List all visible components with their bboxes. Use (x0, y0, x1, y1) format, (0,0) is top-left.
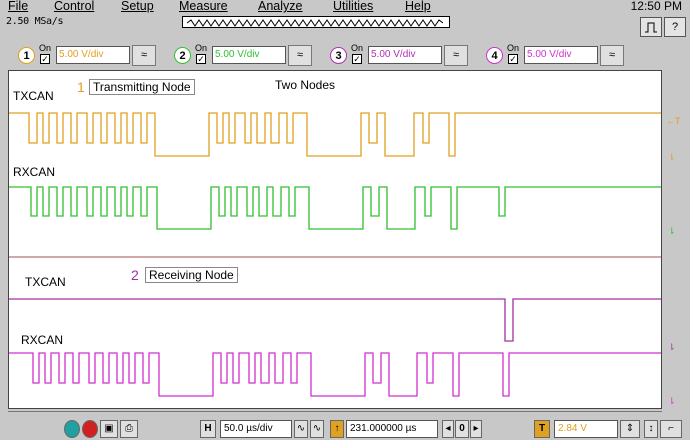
label-rxcan-1: RXCAN (13, 165, 56, 179)
pulse-icon (645, 22, 657, 33)
sample-rate: 2.50 MSa/s (6, 16, 64, 27)
menu-setup[interactable]: Setup (121, 0, 154, 13)
channel-1-vdiv[interactable]: 5.00 V/div (56, 46, 130, 64)
channel-3-vdiv[interactable]: 5.00 V/div (368, 46, 442, 64)
delay-field[interactable]: 231.000000 µs (346, 420, 438, 438)
channel-3-on-checkbox[interactable]: ✓ (352, 54, 362, 64)
trace-tx-receiving (9, 298, 661, 342)
trace-tx-transmitting (9, 112, 661, 157)
menu-help[interactable]: Help (405, 0, 431, 13)
channel-4-vdiv[interactable]: 5.00 V/div (524, 46, 598, 64)
menu-measure[interactable]: Measure (179, 0, 228, 13)
delay-zero-button[interactable]: 0 (455, 420, 469, 438)
channel-3-number[interactable]: 3 (330, 47, 347, 64)
acquisition-overview[interactable] (182, 16, 450, 28)
channel-1-adjust-button[interactable]: ≈ (132, 45, 156, 66)
menu-bar: File Control Setup Measure Analyze Utili… (0, 0, 690, 14)
channel-2-vdiv[interactable]: 5.00 V/div (212, 46, 286, 64)
channel-1-number[interactable]: 1 (18, 47, 35, 64)
wave-adjust-icon: ≈ (140, 49, 148, 61)
ch2-ground-marker[interactable]: ⇂ (668, 226, 676, 237)
channel-4-adjust-button[interactable]: ≈ (600, 45, 624, 66)
ch4-ground-marker[interactable]: ⇂ (668, 396, 676, 407)
trace-rx-receiving (9, 352, 661, 397)
channel-3-adjust-button[interactable]: ≈ (444, 45, 468, 66)
ch3-ground-marker[interactable]: ⇂ (668, 342, 676, 353)
receiving-node-label: Receiving Node (145, 267, 238, 283)
trigger-level-spinner[interactable]: ⇕ (620, 420, 640, 438)
channel-4-on-checkbox[interactable]: ✓ (508, 54, 518, 64)
menu-utilities[interactable]: Utilities (333, 0, 373, 13)
box2-number: 2 (131, 267, 139, 283)
trigger-fine-button[interactable]: ↕ (644, 420, 658, 438)
delay-left-button[interactable]: ◂ (442, 420, 454, 438)
ch1-ground-marker[interactable]: ⇂ (668, 152, 676, 163)
print-icon[interactable]: ⎙ (120, 420, 138, 438)
menu-analyze[interactable]: Analyze (258, 0, 302, 13)
channel-1-on-label: On (39, 43, 52, 53)
horizontal-button[interactable]: H (200, 420, 216, 438)
trigger-level-field[interactable]: 2.84 V (554, 420, 618, 438)
delay-right-button[interactable]: ▸ (470, 420, 482, 438)
box1-number: 1 (77, 79, 85, 95)
channel-4-number[interactable]: 4 (486, 47, 503, 64)
trace-rx-transmitting (9, 186, 661, 230)
channel-2-adjust-button[interactable]: ≈ (288, 45, 312, 66)
help-pointer-button[interactable]: ? (664, 17, 686, 37)
label-txcan-1: TXCAN (13, 89, 54, 103)
channel-2-number[interactable]: 2 (174, 47, 191, 64)
channel-2-on-label: On (195, 43, 208, 53)
trigger-marker[interactable]: ←T (666, 116, 681, 126)
channel-2-on-checkbox[interactable]: ✓ (196, 54, 206, 64)
stop-indicator-icon[interactable] (82, 420, 98, 438)
image-capture-icon[interactable]: ▣ (100, 420, 118, 438)
waveform-display[interactable]: TXCAN RXCAN TXCAN RXCAN Two Nodes 1 Tran… (8, 70, 662, 409)
menu-control[interactable]: Control (54, 0, 94, 13)
channel-4-on-label: On (507, 43, 520, 53)
run-indicator-icon[interactable] (64, 420, 80, 438)
waveform-traces (9, 112, 661, 397)
trigger-slope-button[interactable]: ⌐ (660, 420, 682, 438)
trigger-button[interactable]: T (534, 420, 550, 438)
marker-column: ←T ⇂ ⇂ ⇂ ⇂ (664, 70, 690, 409)
label-rxcan-2: RXCAN (21, 333, 64, 347)
wave-adjust-icon: ≈ (452, 49, 460, 61)
channel-3-on-label: On (351, 43, 364, 53)
delay-reference-icon[interactable]: ↑ (330, 420, 344, 438)
channel-1-on-checkbox[interactable]: ✓ (40, 54, 50, 64)
trigger-marker-label: T (675, 116, 681, 126)
time-fine-button[interactable]: ∿ (310, 420, 324, 438)
wave-adjust-icon: ≈ (296, 49, 304, 61)
transmitting-node-label: Transmitting Node (89, 79, 195, 95)
overview-wave-icon (186, 19, 444, 27)
label-txcan-2: TXCAN (25, 275, 66, 289)
question-pointer-icon: ? (671, 21, 679, 33)
time-adjust-button[interactable]: ∿ (294, 420, 308, 438)
screen-title: Two Nodes (275, 78, 336, 92)
menu-file[interactable]: File (8, 0, 28, 13)
pulse-mode-button[interactable] (640, 17, 662, 37)
wave-adjust-icon: ≈ (608, 49, 616, 61)
time-per-div-field[interactable]: 50.0 µs/div (220, 420, 292, 438)
clock: 12:50 PM (630, 0, 682, 13)
